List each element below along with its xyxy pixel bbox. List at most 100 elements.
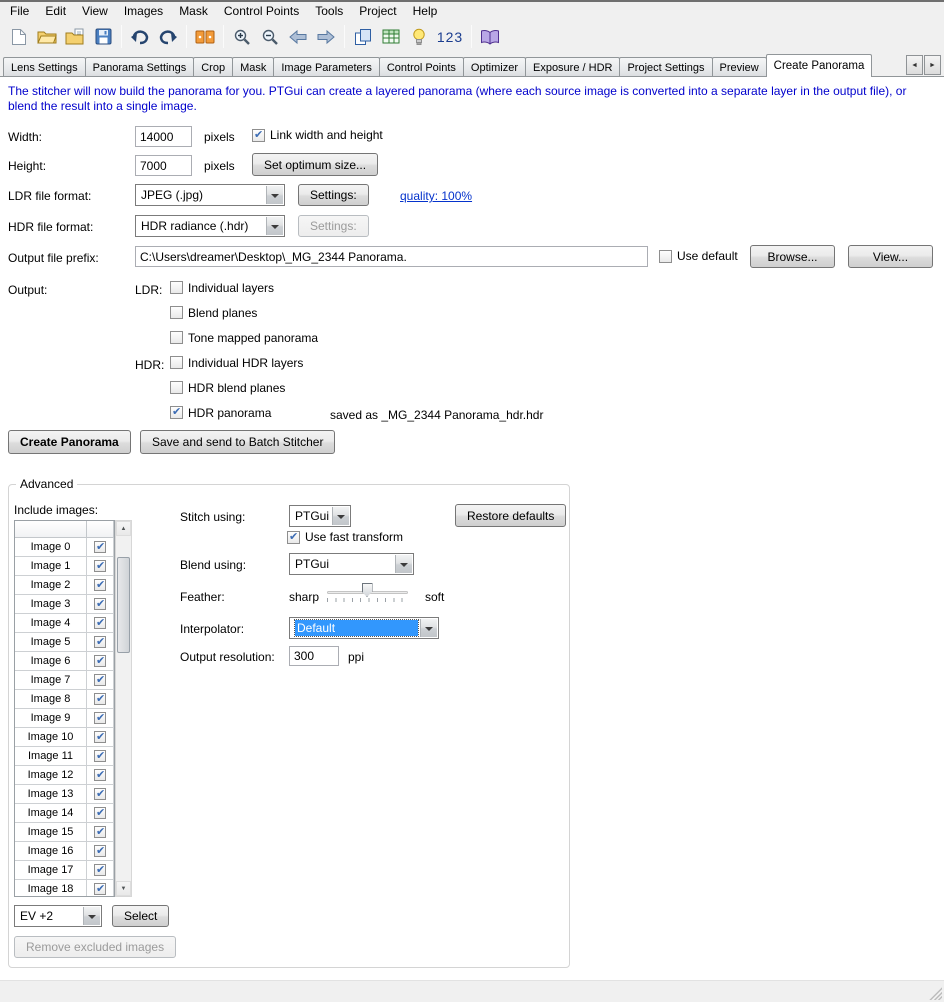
output-option[interactable]: Tone mapped panorama [170, 331, 318, 356]
image-list-scrollbar[interactable] [115, 520, 132, 897]
image-include-checkbox[interactable] [94, 617, 106, 629]
image-row[interactable]: Image 17 [15, 861, 114, 880]
output-prefix-input[interactable] [135, 246, 648, 267]
image-include-checkbox[interactable] [94, 579, 106, 591]
tab[interactable]: Create Panorama [766, 54, 873, 77]
browse-button[interactable]: Browse... [750, 245, 835, 268]
image-row[interactable]: Image 16 [15, 842, 114, 861]
help-button[interactable] [476, 23, 504, 50]
output-option[interactable]: Individual layers [170, 281, 318, 306]
save-project-button[interactable] [89, 23, 117, 50]
optimizer-button[interactable] [405, 23, 433, 50]
scrollbar-down-icon[interactable] [116, 881, 131, 896]
scrollbar-up-icon[interactable] [116, 521, 131, 536]
image-row[interactable]: Image 7 [15, 671, 114, 690]
menu-item[interactable]: Mask [171, 2, 216, 20]
menu-item[interactable]: Help [405, 2, 446, 20]
image-row[interactable]: Image 18 [15, 880, 114, 897]
image-row[interactable]: Image 5 [15, 633, 114, 652]
image-include-checkbox[interactable] [94, 883, 106, 895]
image-include-checkbox[interactable] [94, 788, 106, 800]
blend-using-dropdown[interactable]: PTGui [289, 553, 414, 575]
image-include-checkbox[interactable] [94, 826, 106, 838]
image-row[interactable]: Image 10 [15, 728, 114, 747]
menu-item[interactable]: Images [116, 2, 171, 20]
tab[interactable]: Mask [232, 57, 274, 77]
image-include-checkbox[interactable] [94, 807, 106, 819]
interpolator-dropdown[interactable]: Default [289, 617, 439, 639]
select-button[interactable]: Select [112, 905, 169, 927]
link-width-height-option[interactable]: Link width and height [252, 128, 383, 142]
output-option-checkbox[interactable] [170, 331, 183, 344]
image-row[interactable]: Image 11 [15, 747, 114, 766]
image-include-checkbox[interactable] [94, 750, 106, 762]
restore-defaults-button[interactable]: Restore defaults [455, 504, 566, 527]
image-row[interactable]: Image 0 [15, 538, 114, 557]
tab[interactable]: Control Points [379, 57, 464, 77]
output-option-checkbox[interactable] [170, 356, 183, 369]
image-row[interactable]: Image 6 [15, 652, 114, 671]
output-option-checkbox[interactable] [170, 306, 183, 319]
image-include-checkbox[interactable] [94, 731, 106, 743]
tab-scroll-left-icon[interactable] [906, 55, 923, 75]
output-resolution-input[interactable] [289, 646, 339, 666]
set-optimum-size-button[interactable]: Set optimum size... [252, 153, 378, 176]
menu-item[interactable]: Control Points [216, 2, 307, 20]
open-copy-button[interactable] [61, 23, 89, 50]
image-row[interactable]: Image 15 [15, 823, 114, 842]
menu-item[interactable]: Edit [37, 2, 74, 20]
quality-link[interactable]: quality: 100% [400, 189, 472, 203]
image-row[interactable]: Image 13 [15, 785, 114, 804]
output-option[interactable]: HDR blend planes [170, 381, 303, 406]
image-row[interactable]: Image 8 [15, 690, 114, 709]
image-row[interactable]: Image 12 [15, 766, 114, 785]
output-option[interactable]: Blend planes [170, 306, 318, 331]
ldr-settings-button[interactable]: Settings: [298, 184, 369, 206]
create-panorama-button[interactable]: Create Panorama [8, 430, 131, 454]
link-width-height-checkbox[interactable] [252, 129, 265, 142]
image-include-checkbox[interactable] [94, 560, 106, 572]
image-table-button[interactable] [377, 23, 405, 50]
tab[interactable]: Panorama Settings [85, 57, 195, 77]
control-points-button[interactable] [191, 23, 219, 50]
slider-thumb[interactable] [362, 583, 373, 597]
image-row[interactable]: Image 1 [15, 557, 114, 576]
resize-grip[interactable] [928, 986, 942, 1000]
zoom-in-button[interactable] [228, 23, 256, 50]
width-input[interactable] [135, 126, 192, 147]
height-input[interactable] [135, 155, 192, 176]
image-include-checkbox[interactable] [94, 655, 106, 667]
fast-transform-option[interactable]: Use fast transform [287, 530, 403, 544]
open-project-button[interactable] [33, 23, 61, 50]
ev-dropdown[interactable]: EV +2 [14, 905, 102, 927]
output-option-checkbox[interactable] [170, 281, 183, 294]
image-include-checkbox[interactable] [94, 693, 106, 705]
menu-item[interactable]: File [2, 2, 37, 20]
stitch-using-dropdown[interactable]: PTGui [289, 505, 351, 527]
image-row[interactable]: Image 2 [15, 576, 114, 595]
output-option[interactable]: Individual HDR layers [170, 356, 303, 381]
tab[interactable]: Preview [712, 57, 767, 77]
fast-transform-checkbox[interactable] [287, 531, 300, 544]
image-include-checkbox[interactable] [94, 864, 106, 876]
image-include-checkbox[interactable] [94, 674, 106, 686]
numeric-transform-button[interactable]: 123 [433, 23, 467, 50]
image-include-checkbox[interactable] [94, 712, 106, 724]
output-option-checkbox[interactable] [170, 381, 183, 394]
menu-item[interactable]: Tools [307, 2, 351, 20]
view-button[interactable]: View... [848, 245, 933, 268]
previous-image-button[interactable] [284, 23, 312, 50]
new-project-button[interactable] [5, 23, 33, 50]
tab[interactable]: Project Settings [619, 57, 712, 77]
output-option[interactable]: HDR panorama [170, 406, 303, 431]
use-default-option[interactable]: Use default [659, 249, 738, 263]
zoom-out-button[interactable] [256, 23, 284, 50]
ldr-format-dropdown[interactable]: JPEG (.jpg) [135, 184, 285, 206]
tab[interactable]: Image Parameters [273, 57, 379, 77]
next-image-button[interactable] [312, 23, 340, 50]
image-include-checkbox[interactable] [94, 541, 106, 553]
menu-item[interactable]: Project [351, 2, 404, 20]
image-row[interactable]: Image 14 [15, 804, 114, 823]
image-include-checkbox[interactable] [94, 845, 106, 857]
redo-button[interactable] [154, 23, 182, 50]
